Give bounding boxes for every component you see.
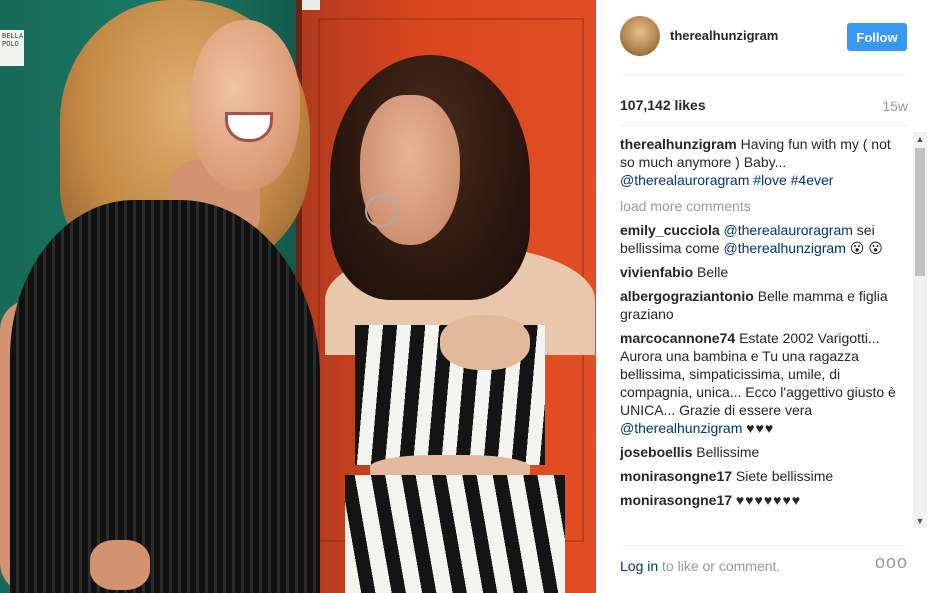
comment-username[interactable]: therealhunzigram bbox=[620, 136, 737, 152]
comment-username[interactable]: albergograziantonio bbox=[620, 288, 754, 304]
mention-link[interactable]: @therealauroragram bbox=[620, 172, 749, 188]
comment-item: monirasongne17 Siete bellissime bbox=[620, 467, 910, 485]
earring bbox=[365, 195, 397, 227]
divider bbox=[620, 545, 908, 546]
load-more-comments[interactable]: load more comments bbox=[620, 197, 910, 215]
post-time-ago[interactable]: 15w bbox=[882, 98, 908, 114]
right-person-striped-pants bbox=[345, 475, 565, 593]
comment-text: Siete bellissime bbox=[735, 468, 834, 484]
comment-item: emily_cucciola @therealauroragram sei be… bbox=[620, 221, 910, 257]
left-person-hand bbox=[90, 540, 150, 590]
comment-username[interactable]: monirasongne17 bbox=[620, 492, 732, 508]
more-options-icon[interactable]: ooo bbox=[875, 552, 908, 573]
comments-list[interactable]: therealhunzigram Having fun with my ( no… bbox=[620, 132, 910, 530]
comment-username[interactable]: joseboellis bbox=[620, 444, 692, 460]
caption: therealhunzigram Having fun with my ( no… bbox=[620, 135, 910, 189]
comment-username[interactable]: monirasongne17 bbox=[620, 468, 732, 484]
scroll-up-arrow-icon[interactable]: ▲ bbox=[913, 132, 927, 146]
scroll-down-arrow-icon[interactable]: ▼ bbox=[913, 514, 927, 528]
mention-link[interactable]: @therealhunzigram bbox=[723, 240, 845, 256]
mention-link[interactable]: @therealhunzigram bbox=[620, 420, 742, 436]
divider bbox=[620, 125, 908, 126]
post-username[interactable]: therealhunzigram bbox=[670, 28, 778, 43]
avatar[interactable] bbox=[620, 16, 660, 56]
hashtag-links[interactable]: #love #4ever bbox=[753, 172, 833, 188]
mention-link[interactable]: @therealauroragram bbox=[724, 222, 853, 238]
login-prompt-text: to like or comment. bbox=[662, 558, 781, 574]
likes-count[interactable]: 107,142 likes bbox=[620, 97, 706, 113]
comment-text: ♥♥♥♥♥♥♥ bbox=[735, 492, 802, 508]
scrollbar-thumb[interactable] bbox=[915, 148, 925, 276]
comment-text: Bellissime bbox=[696, 444, 760, 460]
comment-username[interactable]: marcocannone74 bbox=[620, 330, 735, 346]
post-photo[interactable]: BELLA POLO bbox=[0, 0, 596, 593]
wall-tag bbox=[302, 0, 320, 10]
comment-item: marcocannone74 Estate 2002 Varigotti... … bbox=[620, 329, 910, 437]
left-person-dress bbox=[10, 200, 320, 593]
comment-username[interactable]: emily_cucciola bbox=[620, 222, 720, 238]
comment-username[interactable]: vivienfabio bbox=[620, 264, 693, 280]
divider bbox=[620, 75, 908, 76]
left-person-face bbox=[190, 20, 300, 190]
comment-emoji: 😮 😮 bbox=[845, 240, 883, 256]
comment-item: albergograziantonio Belle mamma e figlia… bbox=[620, 287, 910, 323]
login-link[interactable]: Log in bbox=[620, 558, 658, 574]
wall-note: BELLA POLO bbox=[0, 30, 24, 66]
post-side-panel: therealhunzigram Follow 107,142 likes 15… bbox=[596, 0, 931, 593]
footer-login-prompt: Log in to like or comment. bbox=[620, 558, 780, 574]
comments-scrollbar[interactable]: ▲ ▼ bbox=[913, 132, 927, 528]
comment-text: Belle bbox=[697, 264, 729, 280]
hearts-emoji: ♥♥♥ bbox=[746, 420, 775, 436]
post-header: therealhunzigram Follow bbox=[620, 16, 910, 58]
comment-item: vivienfabio Belle bbox=[620, 263, 910, 281]
comment-item: joseboellis Bellissime bbox=[620, 443, 910, 461]
follow-button[interactable]: Follow bbox=[847, 23, 907, 51]
right-person-hand bbox=[440, 315, 530, 370]
comment-item: monirasongne17 ♥♥♥♥♥♥♥ bbox=[620, 491, 910, 509]
